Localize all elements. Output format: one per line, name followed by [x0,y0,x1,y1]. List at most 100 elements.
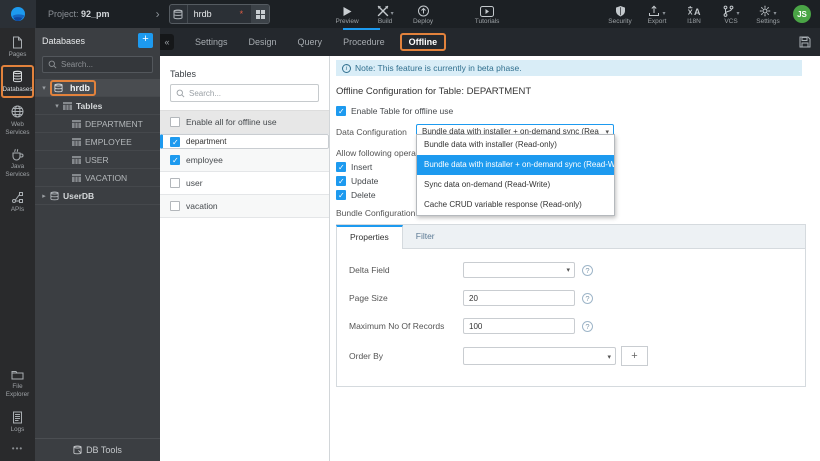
tables-search-input[interactable] [189,88,309,98]
tables-search[interactable] [170,84,319,102]
preview-button[interactable]: Preview [334,0,360,28]
note-text: Note: This feature is currently in beta … [355,63,522,73]
sidebar-item-logs[interactable]: Logs [1,405,34,438]
sidebar-item-file-explorer[interactable]: File Explorer [1,362,34,403]
checkbox[interactable] [170,178,180,188]
db-selector-dropdown[interactable]: hrdb * [168,4,271,24]
wavemaker-logo-icon [11,7,25,21]
user-avatar[interactable]: JS [793,5,811,23]
tab-procedure[interactable]: Procedure [343,37,385,47]
database-search-input[interactable] [61,60,141,69]
enable-table-row[interactable]: Enable Table for offline use [336,106,820,117]
checkbox[interactable] [170,155,180,166]
row-label: employee [186,155,223,165]
tree-node-hrdb[interactable]: ▾ hrdb [35,79,160,97]
save-icon[interactable] [799,36,811,48]
tree-node-table[interactable]: DEPARTMENT [35,115,160,133]
caret-down-icon: ▾ [773,11,777,17]
enable-all-row[interactable]: Enable all for offline use [160,111,329,134]
caret-down-icon: ▾ [55,102,59,110]
add-order-by-button[interactable]: + [621,346,648,366]
add-database-button[interactable]: + [138,33,153,48]
tree-node-table[interactable]: EMPLOYEE [35,133,160,151]
delta-field-row: Delta Field ▾ ? [349,262,805,278]
deploy-button[interactable]: Deploy [410,0,436,28]
row-label: vacation [186,201,218,211]
dropdown-option[interactable]: Sync data on-demand (Read-Write) [417,175,614,195]
tree-node-table[interactable]: USER [35,151,160,169]
tree-node-userdb[interactable]: ▸ UserDB [35,187,160,205]
tab-query[interactable]: Query [298,37,323,47]
build-tools-icon: ▾ [377,3,394,17]
table-row-department[interactable]: department [160,134,329,149]
table-icon [72,155,81,164]
sidebar-more-button[interactable]: ••• [12,438,23,461]
language-icon: A [687,3,701,17]
delta-field-select[interactable]: ▾ [463,262,575,278]
dropdown-option[interactable]: Cache CRUD variable response (Read-only) [417,195,614,215]
operation-label: Update [351,176,379,186]
settings-button[interactable]: ▾ Settings [755,0,781,28]
table-icon [72,137,81,146]
enable-table-label: Enable Table for offline use [351,106,454,116]
caret-down-icon: ▾ [42,84,46,92]
checkbox[interactable] [170,201,180,211]
tables-list: Enable all for offline use department em… [160,110,329,218]
run-actions-group: Preview ▾ Build Deploy [334,0,436,28]
security-button[interactable]: Security [607,0,633,28]
help-icon[interactable]: ? [582,292,593,304]
app-logo[interactable] [0,0,36,28]
checkbox[interactable] [336,176,346,187]
order-by-select[interactable]: ▾ [463,347,616,365]
tab-design[interactable]: Design [249,37,277,47]
editor-tab-bar: « Settings Design Query Procedure Offlin… [160,28,820,56]
table-row-vacation[interactable]: vacation [160,195,329,218]
operation-label: Delete [351,190,376,200]
tab-properties[interactable]: Properties [336,225,403,249]
tab-settings[interactable]: Settings [195,37,228,47]
tree-node-table[interactable]: VACATION [35,169,160,187]
admin-actions-group: Security ▾ Export A I18N ▾ VCS ▾ Setting… [607,0,781,28]
sidebar-item-java-services[interactable]: Java Services [1,142,34,183]
checkbox[interactable] [170,136,180,148]
export-button[interactable]: ▾ Export [644,0,670,28]
svg-text:A: A [694,7,701,17]
help-icon[interactable]: ? [582,320,593,332]
i18n-button[interactable]: A I18N [681,0,707,28]
tree-node-label: hrdb [70,82,90,93]
table-row-user[interactable]: user [160,172,329,195]
checkbox[interactable] [336,162,346,173]
project-label: Project: 92_pm [48,9,110,19]
dropdown-option[interactable]: Bundle data with installer (Read-only) [417,135,614,155]
dropdown-option[interactable]: Bundle data with installer + on-demand s… [417,155,614,175]
checkbox[interactable] [336,190,346,201]
tab-filter[interactable]: Filter [403,225,448,248]
help-icon[interactable]: ? [582,264,593,276]
page-size-input[interactable] [463,290,575,306]
logs-icon [12,410,23,424]
tables-panel-title: Tables [170,69,197,79]
breadcrumb-chevron-icon: › [155,7,160,21]
caret-down-icon: ▾ [607,354,611,361]
export-icon: ▾ [648,3,666,17]
max-records-input[interactable] [463,318,575,334]
db-tools-button[interactable]: DB Tools [35,438,160,461]
tutorials-button[interactable]: Tutorials [474,0,500,28]
build-button[interactable]: ▾ Build [372,0,398,28]
vcs-button[interactable]: ▾ VCS [718,0,744,28]
bundle-configuration-panel: Properties Filter Delta Field ▾ ? Page S… [336,224,806,387]
tree-node-tables-group[interactable]: ▾ Tables [35,97,160,115]
sidebar-item-web-services[interactable]: Web Services [1,100,34,141]
grid-view-icon[interactable] [251,5,270,23]
caret-down-icon: ▾ [566,267,570,274]
database-search[interactable] [42,56,153,73]
sidebar-item-databases[interactable]: Databases [1,64,34,98]
tab-offline[interactable]: Offline [399,33,447,51]
sidebar-item-apis[interactable]: APIs [1,185,34,218]
checkbox[interactable] [170,117,180,127]
sidebar-item-pages[interactable]: Pages [1,30,34,63]
table-row-employee[interactable]: employee [160,149,329,172]
collapse-panel-button[interactable]: « [160,34,174,50]
table-icon [72,119,81,128]
checkbox[interactable] [336,106,346,117]
